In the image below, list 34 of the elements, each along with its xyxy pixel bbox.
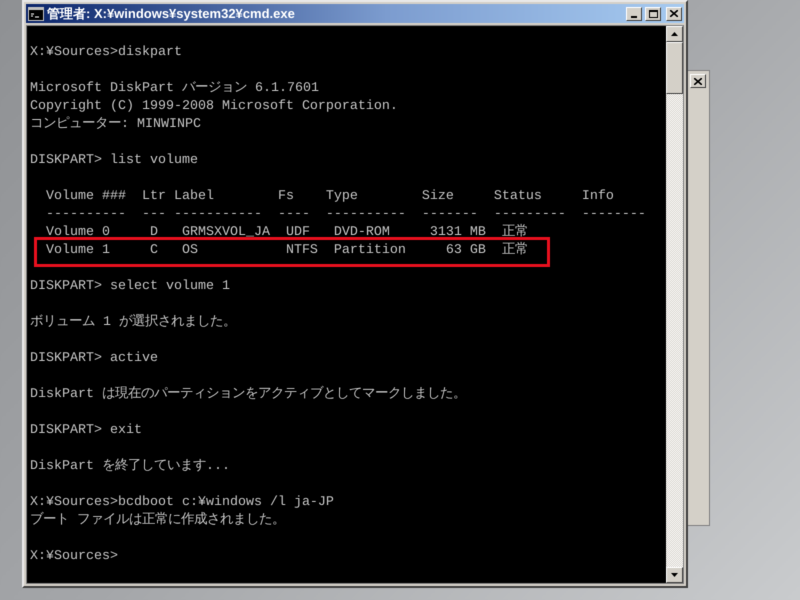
console-line: Copyright (C) 1999-2008 Microsoft Corporation.: [30, 99, 398, 114]
console-line: Volume ### Ltr Label Fs Type Size Status Info: [44, 189, 614, 204]
console-icon: [28, 6, 44, 20]
up-arrow-icon: [671, 32, 678, 36]
console-line: X:¥Sources>diskpart: [30, 45, 182, 60]
console-line: DISKPART> list volume: [30, 153, 198, 168]
console-line: DISKPART> exit: [30, 423, 142, 438]
maximize-button[interactable]: [645, 6, 661, 20]
maximize-icon: [648, 10, 658, 18]
console-line: DiskPart は現在のパーティションをアクティブとしてマークしました。: [30, 387, 466, 402]
console-line: Volume 1 C OS NTFS Partition 63 GB 正常: [44, 243, 528, 258]
console-line: コンピューター: MINWINPC: [30, 117, 201, 132]
console-line: X:¥Sources>bcdboot c:¥windows /l ja-JP: [30, 495, 334, 510]
console-line: DiskPart を終了しています...: [30, 459, 230, 474]
close-icon: [670, 10, 678, 17]
close-button[interactable]: [690, 74, 706, 88]
console-line: DISKPART> select volume 1: [30, 279, 230, 294]
console-line: Volume 0 D GRMSXVOL_JA UDF DVD-ROM 3131 MB 正常: [44, 225, 528, 240]
window-title: 管理者: X:¥windows¥system32¥cmd.exe: [47, 7, 295, 20]
console-line: X:¥Sources>: [30, 549, 118, 564]
scrollbar[interactable]: [666, 26, 683, 583]
down-arrow-icon: [671, 573, 678, 577]
console-line: ボリューム 1 が選択されました。: [30, 315, 236, 330]
scroll-thumb[interactable]: [666, 42, 683, 94]
minimize-button[interactable]: [626, 6, 642, 20]
minimize-icon: [631, 16, 637, 18]
scroll-down-button[interactable]: [666, 567, 683, 583]
console-line: DISKPART> active: [30, 351, 158, 366]
console-line: ブート ファイルは正常に作成されました。: [30, 513, 285, 528]
scroll-up-button[interactable]: [666, 26, 683, 42]
close-icon: [694, 78, 702, 84]
close-button[interactable]: [666, 6, 682, 20]
console-line: ---------- --- ----------- ---- ---------- ------- --------- --------: [44, 207, 646, 222]
console-line: Microsoft DiskPart バージョン 6.1.7601: [30, 81, 319, 96]
